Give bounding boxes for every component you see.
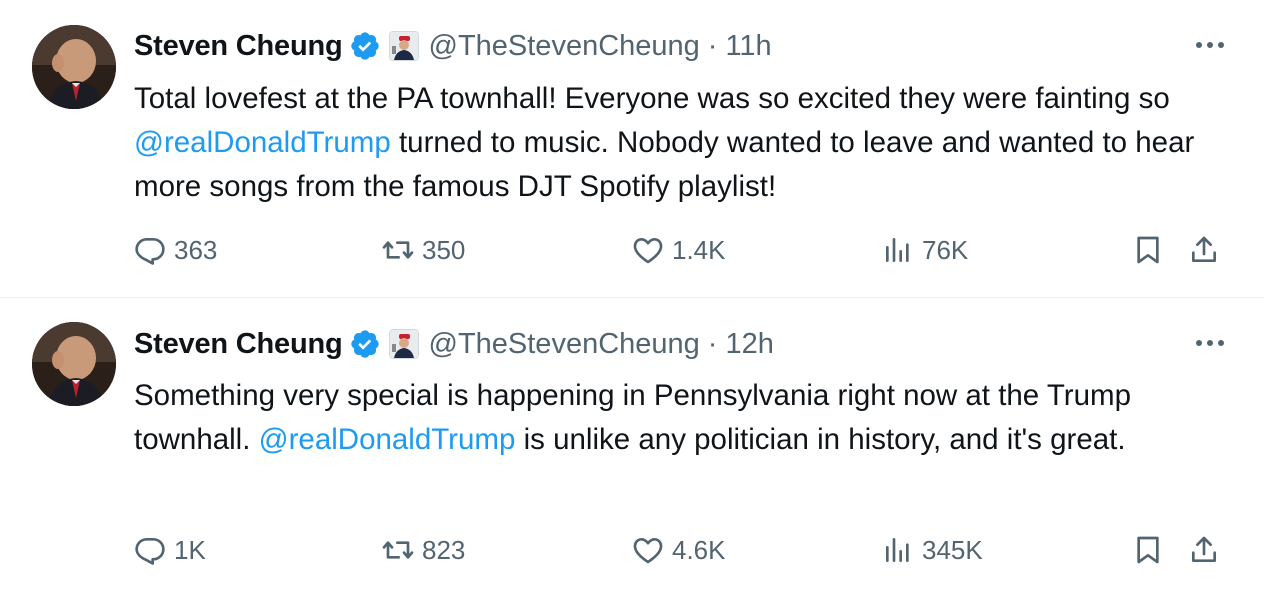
bookmark-button[interactable] (1132, 230, 1164, 270)
verified-badge-icon[interactable] (349, 328, 381, 360)
tweet[interactable]: Steven Cheung @TheStevenCheung · 12h Som… (0, 298, 1264, 598)
repost-icon (382, 541, 414, 559)
repost-icon (382, 241, 414, 259)
bookmark-icon (1137, 236, 1159, 264)
repost-button[interactable]: 350 (382, 230, 465, 270)
reply-icon (135, 538, 165, 565)
like-button[interactable]: 4.6K (632, 530, 726, 570)
reply-icon (135, 238, 165, 265)
timestamp[interactable]: 12h (725, 328, 773, 361)
heart-icon (633, 538, 663, 564)
more-options-icon[interactable] (1192, 328, 1228, 358)
reply-count: 363 (174, 234, 218, 265)
avatar[interactable] (32, 25, 116, 109)
repost-count: 350 (422, 234, 466, 265)
mention-link[interactable]: @realDonaldTrump (134, 126, 391, 159)
views-chart-icon (886, 538, 909, 562)
separator-dot: · (707, 327, 718, 360)
tweet-text: Total lovefest at the PA townhall! Every… (134, 77, 1214, 209)
tweet-text-part: Total lovefest at the PA townhall! Every… (134, 82, 1170, 115)
views-count: 76K (922, 234, 969, 265)
avatar[interactable] (32, 322, 116, 406)
heart-icon (633, 238, 663, 264)
like-count: 4.6K (672, 534, 726, 565)
share-icon (1192, 536, 1216, 562)
affiliate-badge-icon[interactable] (388, 31, 419, 61)
repost-count: 823 (422, 534, 466, 565)
reply-count: 1K (174, 534, 206, 565)
like-count: 1.4K (672, 234, 726, 265)
tweet-header: Steven Cheung @TheStevenCheung · 12h (134, 324, 774, 364)
mention-link[interactable]: @realDonaldTrump (259, 423, 516, 456)
views-button[interactable]: 345K (882, 530, 983, 570)
author-name[interactable]: Steven Cheung (134, 328, 343, 361)
tweet-text: Something very special is happening in P… (134, 374, 1214, 462)
author-handle[interactable]: @TheStevenCheung (429, 328, 700, 361)
timestamp[interactable]: 11h (725, 30, 771, 63)
reply-button[interactable]: 363 (134, 230, 217, 270)
like-button[interactable]: 1.4K (632, 230, 726, 270)
author-name[interactable]: Steven Cheung (134, 30, 343, 63)
tweet-actions: 1K 823 4.6K 345K (134, 530, 1234, 570)
share-icon (1192, 236, 1216, 262)
separator-dot: · (707, 29, 718, 62)
repost-button[interactable]: 823 (382, 530, 465, 570)
bookmark-button[interactable] (1132, 530, 1164, 570)
share-button[interactable] (1188, 530, 1220, 570)
views-count: 345K (922, 534, 983, 565)
author-handle[interactable]: @TheStevenCheung (429, 30, 700, 63)
tweet-actions: 363 350 1.4K 76K (134, 230, 1234, 270)
affiliate-badge-icon[interactable] (388, 329, 419, 359)
tweet-header: Steven Cheung @TheStevenCheung · 11h (134, 26, 772, 66)
share-button[interactable] (1188, 230, 1220, 270)
bookmark-icon (1137, 536, 1159, 564)
views-chart-icon (886, 238, 909, 262)
verified-badge-icon[interactable] (349, 30, 381, 62)
tweet[interactable]: Steven Cheung @TheStevenCheung · 11h Tot… (0, 0, 1264, 298)
reply-button[interactable]: 1K (134, 530, 206, 570)
views-button[interactable]: 76K (882, 230, 968, 270)
more-options-icon[interactable] (1192, 30, 1228, 60)
tweet-text-part: is unlike any politician in history, and… (515, 423, 1126, 456)
